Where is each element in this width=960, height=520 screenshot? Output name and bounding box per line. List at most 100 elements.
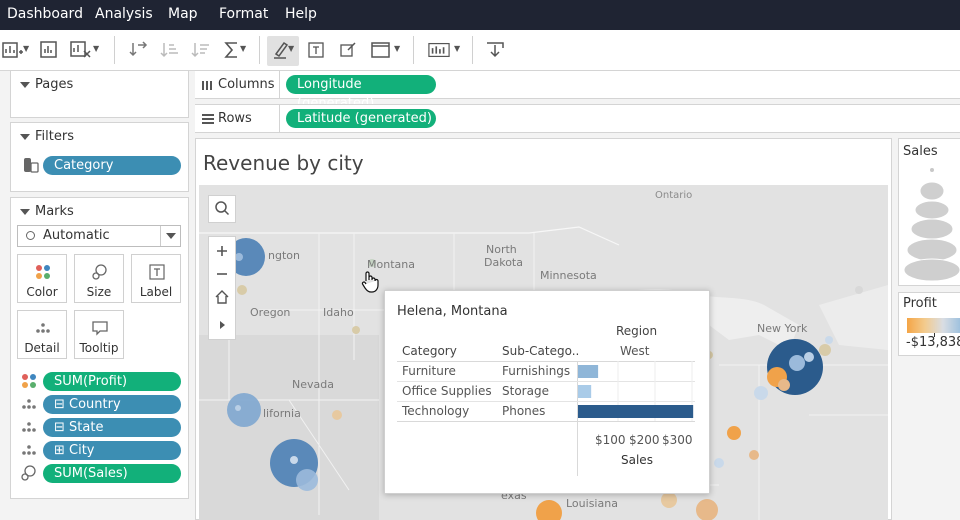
filters-title: Filters — [35, 129, 74, 144]
marks-field-city[interactable]: ⊞ City — [43, 441, 181, 460]
label-button[interactable]: Label — [131, 254, 181, 303]
city-bubble[interactable] — [237, 285, 247, 295]
menu-analysis[interactable]: Analysis — [95, 6, 153, 22]
totals-caret-icon[interactable]: ▼ — [240, 44, 246, 53]
duplicate-sheet-icon[interactable] — [38, 40, 60, 60]
map-label-louisiana: Louisiana — [566, 497, 618, 510]
tooltip-col-subcategory: Sub-Catego.. — [502, 344, 580, 358]
city-bubble[interactable] — [804, 352, 814, 362]
show-me-caret-icon[interactable]: ▼ — [454, 44, 460, 53]
color-button[interactable]: Color — [17, 254, 67, 303]
city-bubble[interactable] — [227, 393, 261, 427]
label-label: Label — [139, 285, 173, 299]
city-bubble[interactable] — [714, 458, 724, 468]
city-bubble[interactable] — [727, 426, 741, 440]
city-bubble[interactable] — [235, 405, 241, 411]
detail-encoding-icon — [22, 422, 36, 432]
map-label-washington: ngton — [268, 249, 300, 262]
zoom-in-icon[interactable] — [209, 239, 235, 263]
sort-descending-icon[interactable] — [191, 40, 213, 60]
columns-pill-longitude[interactable]: Longitude (generated) — [286, 75, 436, 111]
map-label-dakota: Dakota — [484, 256, 523, 269]
mark-type-dropdown[interactable]: Automatic — [17, 225, 181, 247]
columns-shelf: Columns Longitude (generated) — [195, 70, 960, 111]
new-worksheet-icon[interactable] — [2, 40, 24, 60]
tooltip-axis-tick: $300 — [662, 433, 693, 447]
city-bubble[interactable] — [296, 469, 318, 491]
size-button[interactable]: Size — [74, 254, 124, 303]
color-icon — [36, 265, 50, 279]
annotate-icon[interactable] — [338, 40, 360, 60]
dimension-filter-icon — [24, 158, 39, 173]
zoom-out-icon[interactable] — [209, 262, 235, 286]
profit-color-ramp[interactable] — [907, 318, 960, 333]
detail-icon — [36, 323, 50, 333]
toolbar-separator — [413, 36, 414, 64]
show-mark-labels-icon[interactable] — [306, 40, 328, 60]
dropdown-divider — [160, 226, 161, 246]
shelf-divider — [279, 105, 280, 133]
city-bubble[interactable] — [661, 492, 677, 508]
fit-view-icon[interactable] — [370, 40, 392, 60]
detail-button[interactable]: Detail — [17, 310, 67, 359]
marks-collapse-icon[interactable] — [20, 209, 30, 215]
map-label-north: North — [486, 243, 517, 256]
map-label-minnesota: Minnesota — [540, 269, 597, 282]
city-bubble[interactable] — [789, 355, 805, 371]
city-bubble[interactable] — [332, 410, 342, 420]
city-bubble[interactable] — [825, 336, 833, 344]
map-label-oregon: Oregon — [250, 306, 291, 319]
marks-field-sum-sales[interactable]: SUM(Sales) — [43, 464, 181, 483]
rows-icon — [202, 114, 214, 124]
marks-field-state[interactable]: ⊟ State — [43, 418, 181, 437]
tooltip-row-subcategory: Furnishings — [502, 364, 571, 378]
new-worksheet-caret-icon[interactable]: ▼ — [23, 44, 29, 53]
size-label: Size — [86, 285, 112, 299]
expand-toolbar-icon[interactable] — [209, 313, 235, 337]
swap-rows-columns-icon[interactable] — [128, 40, 150, 60]
tooltip-icon — [92, 321, 108, 336]
tooltip-sales-bar — [578, 365, 599, 378]
map-label-new-york: New York — [757, 322, 808, 335]
highlight-caret-icon[interactable]: ▼ — [288, 44, 294, 53]
city-bubble[interactable] — [290, 456, 298, 464]
menu-map[interactable]: Map — [168, 6, 198, 22]
clear-sheet-icon[interactable] — [70, 40, 92, 60]
marks-title: Marks — [35, 204, 74, 219]
tooltip-sales-bar — [578, 385, 592, 398]
marks-field-sum-profit[interactable]: SUM(Profit) — [43, 372, 181, 391]
chevron-down-icon — [166, 233, 176, 239]
tooltip-bar-chart — [578, 361, 694, 421]
city-bubble[interactable] — [352, 326, 360, 334]
city-bubble[interactable] — [855, 286, 863, 294]
fit-view-caret-icon[interactable]: ▼ — [394, 44, 400, 53]
clear-sheet-caret-icon[interactable]: ▼ — [93, 44, 99, 53]
download-icon[interactable] — [484, 40, 506, 60]
city-bubble[interactable] — [235, 253, 243, 261]
show-me-icon[interactable] — [428, 40, 450, 60]
label-icon — [149, 264, 165, 280]
map-search-button[interactable] — [208, 195, 236, 223]
city-bubble[interactable] — [754, 386, 768, 400]
city-bubble[interactable] — [696, 499, 718, 520]
menu-format[interactable]: Format — [219, 6, 268, 22]
home-icon[interactable] — [209, 285, 235, 309]
sort-ascending-icon[interactable] — [160, 40, 182, 60]
menu-help[interactable]: Help — [285, 6, 317, 22]
toolbar-separator — [114, 36, 115, 64]
menu-dashboard[interactable]: Dashboard — [7, 6, 83, 22]
color-encoding-icon — [22, 374, 36, 388]
map-label-california: lifornia — [263, 407, 301, 420]
city-bubble[interactable] — [819, 344, 831, 356]
tooltip-title: Helena, Montana — [397, 304, 508, 319]
marks-field-country[interactable]: ⊟ Country — [43, 395, 181, 414]
city-bubble[interactable] — [778, 379, 790, 391]
tooltip-button[interactable]: Tooltip — [74, 310, 124, 359]
filter-pill-category[interactable]: Category — [43, 156, 181, 175]
profit-legend-title: Profit — [903, 296, 937, 311]
pages-collapse-icon[interactable] — [20, 82, 30, 88]
rows-pill-latitude[interactable]: Latitude (generated) — [286, 109, 436, 128]
tooltip-axis-tick: $100 — [595, 433, 626, 447]
filters-collapse-icon[interactable] — [20, 134, 30, 140]
city-bubble[interactable] — [749, 450, 759, 460]
